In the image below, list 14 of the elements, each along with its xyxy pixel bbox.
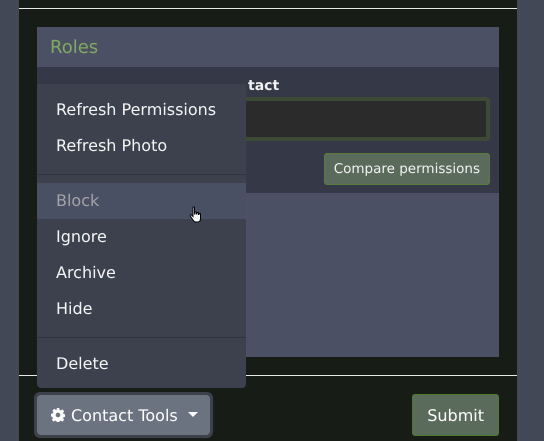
menu-item[interactable]: Refresh Photo xyxy=(37,128,246,164)
menu-item[interactable]: Ignore xyxy=(37,219,246,255)
menu-item[interactable]: Refresh Permissions xyxy=(37,92,246,128)
menu-item[interactable]: Delete xyxy=(37,346,246,382)
gear-icon xyxy=(51,408,65,422)
caret-icon xyxy=(188,412,198,418)
menu-item[interactable]: Hide xyxy=(37,291,246,327)
menu-item[interactable]: Archive xyxy=(37,255,246,291)
card-title: Roles xyxy=(50,36,98,58)
submit-button[interactable]: Submit xyxy=(412,394,499,436)
contact-tools-button[interactable]: Contact Tools xyxy=(37,395,210,435)
compare-permissions-button[interactable]: Compare permissions xyxy=(324,153,490,185)
field-label: tact xyxy=(248,77,280,95)
hand-pointer-icon xyxy=(189,206,203,223)
